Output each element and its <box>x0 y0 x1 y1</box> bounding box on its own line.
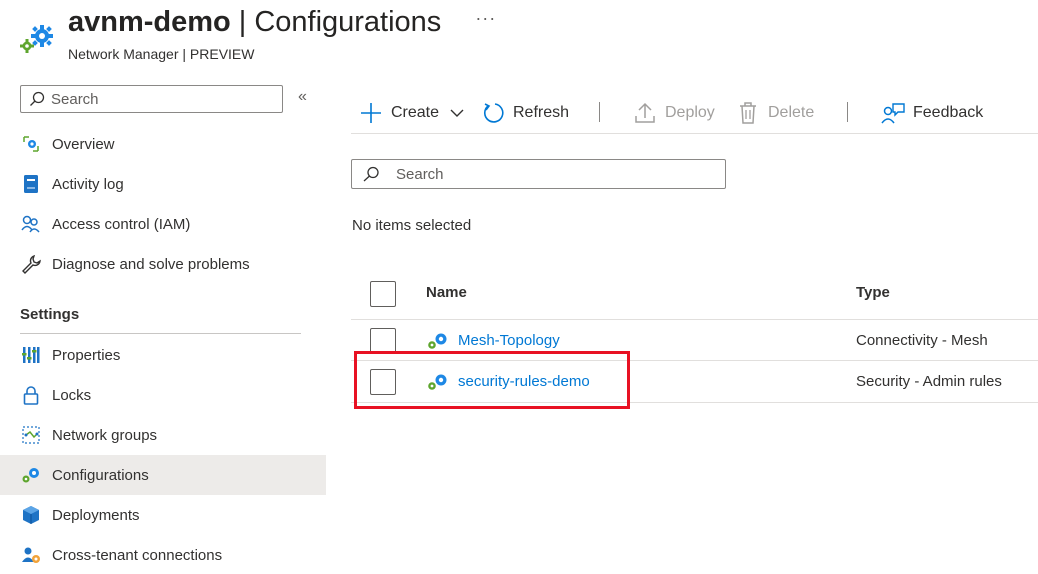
page-title-row: avnm-demo | Configurations ··· <box>68 6 496 39</box>
sidebar-item-properties[interactable]: Properties <box>0 335 326 375</box>
search-icon <box>30 91 45 106</box>
cross-tenant-icon <box>20 544 42 566</box>
page-title: Configurations <box>254 6 442 38</box>
deploy-button[interactable]: Deploy <box>633 99 715 127</box>
feedback-person-icon <box>881 101 905 125</box>
configuration-gear-icon <box>428 333 447 349</box>
network-manager-gear-icon <box>20 25 53 53</box>
table-header-row: Name Type <box>351 270 1038 320</box>
toolbar-divider <box>599 102 600 122</box>
feedback-button[interactable]: Feedback <box>881 99 983 127</box>
plus-icon <box>359 101 383 125</box>
sidebar-item-label: Locks <box>52 386 92 404</box>
selection-status: No items selected <box>352 217 472 234</box>
configurations-search-box[interactable] <box>351 159 726 189</box>
configuration-name-link[interactable]: security-rules-demo <box>458 373 590 390</box>
sidebar-item-network-groups[interactable]: Network groups <box>0 415 326 455</box>
sidebar-item-label: Cross-tenant connections <box>52 546 223 564</box>
configuration-type: Connectivity - Mesh <box>856 332 988 349</box>
refresh-label: Refresh <box>513 104 570 121</box>
sidebar-item-locks[interactable]: Locks <box>0 375 326 415</box>
sidebar-item-access-control[interactable]: Access control (IAM) <box>0 204 326 244</box>
properties-bars-icon <box>20 344 42 366</box>
command-bar: Create Refresh Deploy Delete Feedback <box>351 96 1038 134</box>
resource-subtitle: Network Manager | PREVIEW <box>68 46 255 62</box>
table-row[interactable]: security-rules-demo Security - Admin rul… <box>351 361 1038 403</box>
resource-name: avnm-demo <box>68 6 231 38</box>
sidebar-item-deployments[interactable]: Deployments <box>0 495 326 535</box>
sidebar-item-label: Overview <box>52 135 115 153</box>
sidebar-item-label: Configurations <box>52 466 149 484</box>
wrench-icon <box>20 253 42 275</box>
sidebar-item-cross-tenant[interactable]: Cross-tenant connections <box>0 535 326 574</box>
toolbar-divider <box>847 102 848 122</box>
sidebar: « Overview Activity log <box>0 84 326 574</box>
configuration-name-link[interactable]: Mesh-Topology <box>458 332 560 349</box>
trash-icon <box>736 101 760 125</box>
configurations-search-input[interactable] <box>396 165 716 183</box>
network-groups-icon <box>20 424 42 446</box>
configuration-type: Security - Admin rules <box>856 373 1002 390</box>
refresh-icon <box>481 101 505 125</box>
delete-button[interactable]: Delete <box>736 99 814 127</box>
sidebar-item-diagnose[interactable]: Diagnose and solve problems <box>0 244 326 284</box>
search-icon <box>363 166 379 182</box>
configuration-gear-icon <box>428 374 447 390</box>
create-button[interactable]: Create <box>359 99 469 127</box>
sidebar-item-label: Access control (IAM) <box>52 215 191 233</box>
cube-icon <box>20 504 42 526</box>
sidebar-item-label: Network groups <box>52 426 158 444</box>
title-separator: | <box>238 6 247 38</box>
activity-log-icon <box>20 173 42 195</box>
sidebar-item-overview[interactable]: Overview <box>0 124 326 164</box>
overview-gear-icon <box>20 133 42 155</box>
delete-label: Delete <box>768 104 815 121</box>
sidebar-search-box[interactable] <box>20 85 283 113</box>
sidebar-item-label: Deployments <box>52 506 140 524</box>
sidebar-item-label: Activity log <box>52 175 124 193</box>
page-header: avnm-demo | Configurations ··· Network M… <box>18 4 1018 66</box>
configurations-gear-icon <box>20 464 42 486</box>
row-checkbox[interactable] <box>370 369 396 395</box>
feedback-label: Feedback <box>913 104 984 121</box>
sidebar-item-label: Diagnose and solve problems <box>52 255 250 273</box>
sidebar-item-label: Properties <box>52 346 121 364</box>
settings-divider <box>20 333 301 334</box>
column-header-type[interactable]: Type <box>856 284 890 301</box>
sidebar-item-activity-log[interactable]: Activity log <box>0 164 326 204</box>
column-header-name[interactable]: Name <box>426 284 467 301</box>
collapse-sidebar-button[interactable]: « <box>298 88 307 106</box>
upload-icon <box>633 101 657 125</box>
table-row[interactable]: Mesh-Topology Connectivity - Mesh <box>351 320 1038 361</box>
row-checkbox[interactable] <box>370 328 396 354</box>
sidebar-item-configurations[interactable]: Configurations <box>0 455 326 495</box>
sidebar-search-input[interactable] <box>51 90 271 108</box>
select-all-checkbox[interactable] <box>370 281 396 307</box>
chevron-down-icon <box>445 101 469 125</box>
deploy-label: Deploy <box>665 104 715 121</box>
refresh-button[interactable]: Refresh <box>481 99 569 127</box>
create-label: Create <box>391 104 440 121</box>
settings-section-label: Settings <box>20 306 80 323</box>
lock-icon <box>20 384 42 406</box>
people-icon <box>20 213 42 235</box>
more-options-button[interactable]: ··· <box>475 8 496 29</box>
